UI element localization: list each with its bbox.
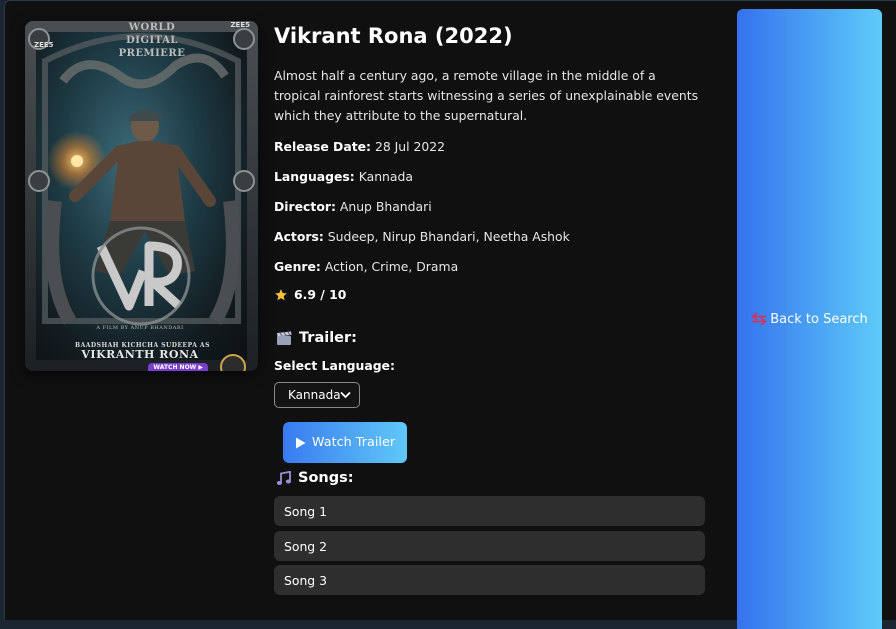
genre-row: Genre: Action, Crime, Drama [274, 259, 458, 274]
trailer-heading: Trailer: [276, 330, 357, 346]
release-date-label: Release Date: [274, 139, 371, 154]
clapperboard-icon [277, 331, 292, 345]
director-label: Director: [274, 199, 336, 214]
rating-value: 6.9 / 10 [294, 287, 347, 302]
movie-title: Vikrant Rona (2022) [274, 24, 513, 48]
languages-row: Languages: Kannada [274, 169, 413, 184]
back-to-search-button[interactable]: Back to Search [737, 9, 882, 629]
actors-value: Sudeep, Nirup Bhandari, Neetha Ashok [327, 229, 570, 244]
songs-heading: Songs: [276, 470, 354, 486]
genre-value: Action, Crime, Drama [324, 259, 459, 274]
music-note-icon [276, 470, 291, 485]
song-item[interactable]: Song 2 [274, 531, 705, 561]
poster-zee5-logo-corner: ZEE5 [230, 21, 250, 29]
languages-label: Languages: [274, 169, 355, 184]
rating-row: 6.9 / 10 [274, 287, 346, 302]
poster-watch-now-badge: WATCH NOW ▶ [148, 363, 208, 371]
release-date-row: Release Date: 28 Jul 2022 [274, 139, 445, 154]
watch-trailer-label: Watch Trailer [311, 435, 396, 450]
back-to-search-label: Back to Search [770, 311, 868, 327]
star-icon [275, 288, 287, 300]
song-item[interactable]: Song 3 [274, 565, 705, 595]
select-language-label: Select Language: [274, 358, 395, 373]
play-icon [295, 437, 306, 448]
actors-row: Actors: Sudeep, Nirup Bhandari, Neetha A… [274, 229, 570, 244]
poster-credit: A FILM BY ANUP BHANDARI [96, 325, 184, 331]
back-arrows-icon [751, 312, 768, 326]
languages-value: Kannada [358, 169, 413, 184]
chevron-down-icon [340, 391, 351, 399]
poster-film-name: VIKRANTH RONA [81, 348, 199, 361]
poster-premiere-text: WORLD DIGITAL PREMIERE [118, 22, 186, 59]
genre-label: Genre: [274, 259, 321, 274]
movie-poster: WORLD DIGITAL PREMIERE ZEE5 ZEE5 A FILM … [25, 21, 258, 371]
poster-artwork [25, 21, 258, 371]
release-date-value: 28 Jul 2022 [374, 139, 446, 154]
song-item[interactable]: Song 1 [274, 496, 705, 526]
songs-heading-text: Songs: [298, 470, 354, 486]
actors-label: Actors: [274, 229, 324, 244]
director-row: Director: Anup Bhandari [274, 199, 432, 214]
trailer-heading-text: Trailer: [299, 330, 357, 346]
language-select-value: Kannada [288, 388, 341, 402]
watch-trailer-button[interactable]: Watch Trailer [283, 422, 407, 463]
poster-zee5-logo: ZEE5 [34, 41, 54, 49]
language-select[interactable]: Kannada [274, 382, 360, 408]
director-value: Anup Bhandari [339, 199, 432, 214]
movie-description: Almost half a century ago, a remote vill… [274, 68, 699, 123]
